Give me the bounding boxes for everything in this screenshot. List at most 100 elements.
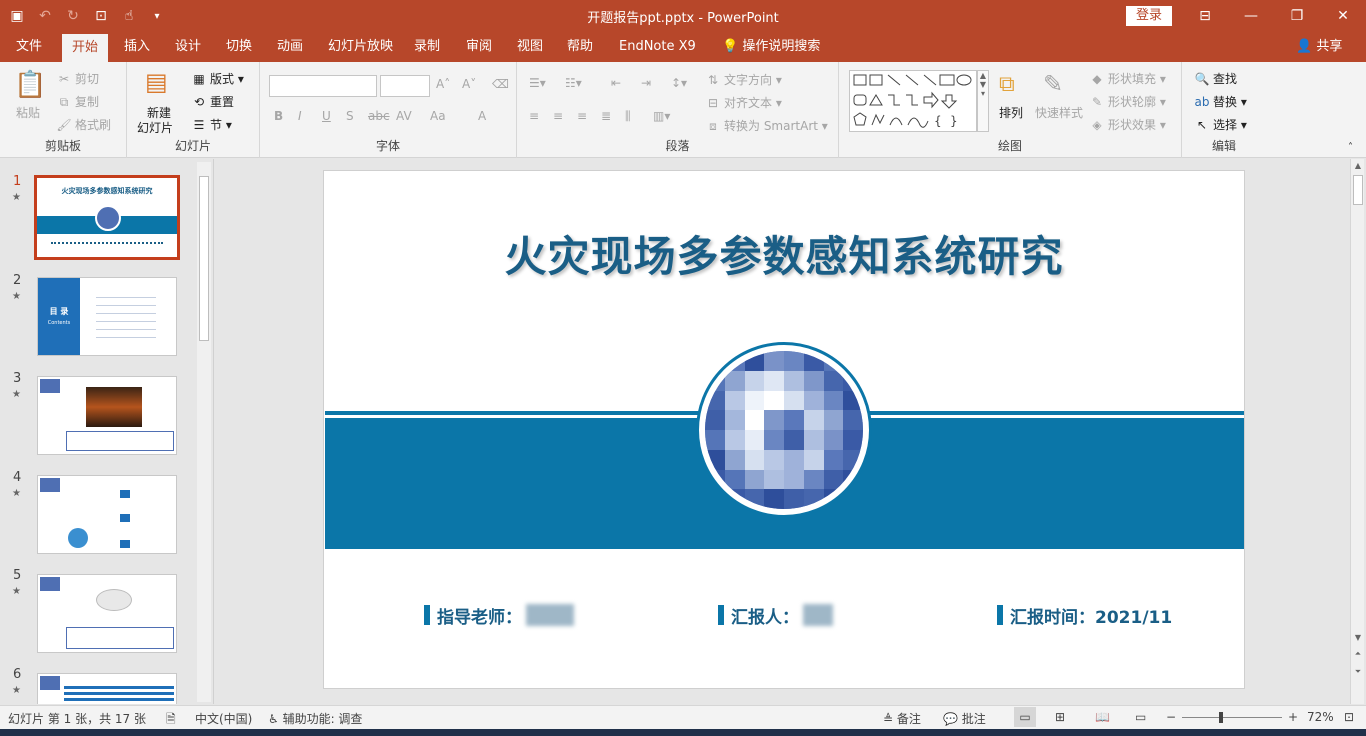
- canvas-scrollbar[interactable]: ▲ ▼ ⏶ ⏷: [1350, 159, 1364, 704]
- decrease-font-icon[interactable]: A˅: [462, 77, 476, 91]
- thumb-slide-2[interactable]: 目 录 Contents: [37, 277, 177, 356]
- shadow-icon[interactable]: S: [346, 109, 354, 123]
- format-painter-button[interactable]: 🖌 格式刷: [56, 116, 111, 133]
- customize-icon[interactable]: ▾: [148, 11, 166, 22]
- numbering-icon[interactable]: ☷▾: [565, 76, 582, 90]
- login-button[interactable]: 登录: [1126, 6, 1172, 26]
- thumb-slide-6[interactable]: [37, 673, 177, 704]
- comments-button[interactable]: 💬 批注: [943, 710, 986, 727]
- strikethrough-icon[interactable]: abc: [368, 109, 390, 123]
- select-button[interactable]: ↖ 选择 ▾: [1194, 116, 1247, 133]
- smartart-button[interactable]: ⧈ 转换为 SmartArt ▾: [705, 117, 828, 134]
- align-center-icon[interactable]: ≡: [553, 109, 563, 123]
- thumb-slide-1[interactable]: 火灾现场多参数感知系统研究: [34, 175, 180, 260]
- tell-me-search[interactable]: 💡 操作说明搜索: [712, 32, 830, 62]
- spellcheck-icon[interactable]: 🗎: [166, 710, 176, 731]
- shape-effects-button[interactable]: ◈ 形状效果 ▾: [1089, 116, 1165, 133]
- save-icon[interactable]: ▣: [8, 8, 26, 24]
- tab-view[interactable]: 视图: [507, 32, 553, 62]
- scroll-up-icon[interactable]: ▲: [1351, 161, 1365, 170]
- align-text-button[interactable]: ⊟ 对齐文本 ▾: [705, 94, 782, 111]
- thumb-slide-5[interactable]: [37, 574, 177, 653]
- bold-icon[interactable]: B: [274, 109, 283, 123]
- shape-fill-button[interactable]: ◆ 形状填充 ▾: [1089, 70, 1165, 87]
- shapes-gallery[interactable]: { }: [849, 70, 977, 132]
- text-direction-button[interactable]: ⇅ 文字方向 ▾: [705, 71, 782, 88]
- paste-icon[interactable]: 📋: [14, 70, 46, 100]
- bullets-icon[interactable]: ☰▾: [529, 76, 546, 90]
- share-button[interactable]: 👤 共享: [1296, 32, 1342, 62]
- ribbon-display-icon[interactable]: ⊟: [1182, 0, 1228, 32]
- distribute-icon[interactable]: ⫼: [625, 109, 631, 124]
- section-button[interactable]: ☰ 节 ▾: [191, 116, 232, 133]
- font-name-combo[interactable]: [269, 75, 377, 97]
- thumb-slide-4[interactable]: [37, 475, 177, 554]
- tab-transitions[interactable]: 切换: [216, 32, 262, 62]
- paste-button[interactable]: 粘贴: [16, 104, 40, 121]
- minimize-icon[interactable]: —: [1228, 0, 1274, 32]
- thumbnails-scrollbar[interactable]: [197, 162, 211, 702]
- reading-view-icon[interactable]: 📖: [1095, 710, 1110, 724]
- notes-button[interactable]: ≜ 备注: [883, 710, 921, 727]
- reset-button[interactable]: ⟲ 重置: [191, 93, 234, 110]
- layout-button[interactable]: ▦ 版式 ▾: [191, 70, 244, 87]
- thumbnails-scroll-thumb[interactable]: [199, 176, 209, 341]
- accessibility-status[interactable]: ♿ 辅助功能: 调查: [268, 710, 362, 727]
- arrange-button[interactable]: 排列: [999, 104, 1023, 121]
- new-slide-icon[interactable]: ▤: [145, 68, 168, 96]
- prev-slide-icon[interactable]: ⏶: [1351, 649, 1365, 659]
- quick-styles-icon[interactable]: ✎: [1043, 70, 1063, 98]
- tab-help[interactable]: 帮助: [557, 32, 603, 62]
- normal-view-icon[interactable]: ▭: [1014, 707, 1036, 727]
- next-slide-icon[interactable]: ⏷: [1351, 667, 1365, 677]
- present-icon[interactable]: ⊡: [92, 8, 110, 24]
- arrange-icon[interactable]: ⧉: [999, 72, 1015, 97]
- justify-icon[interactable]: ≣: [601, 109, 611, 123]
- tab-review[interactable]: 审阅: [456, 32, 502, 62]
- shape-outline-button[interactable]: ✎ 形状轮廓 ▾: [1089, 93, 1166, 110]
- fit-slide-icon[interactable]: ⊡: [1344, 710, 1354, 724]
- tab-design[interactable]: 设计: [165, 32, 211, 62]
- copy-button[interactable]: ⧉ 复制: [56, 93, 99, 110]
- tab-insert[interactable]: 插入: [114, 32, 160, 62]
- zoom-out-icon[interactable]: −: [1166, 710, 1176, 724]
- quick-styles-button[interactable]: 快速样式: [1035, 104, 1083, 121]
- zoom-slider-thumb[interactable]: [1219, 712, 1223, 723]
- scroll-down-icon[interactable]: ▼: [1351, 633, 1365, 642]
- touch-icon[interactable]: ☝: [120, 8, 138, 24]
- slideshow-icon[interactable]: ▭: [1135, 710, 1146, 724]
- tab-file[interactable]: 文件: [6, 32, 52, 62]
- shapes-scroll[interactable]: ▲ ▼ ▾: [977, 70, 989, 132]
- columns-icon[interactable]: ▥▾: [653, 109, 670, 123]
- language-status[interactable]: 中文(中国): [195, 710, 252, 727]
- collapse-ribbon-icon[interactable]: ˄: [1348, 142, 1353, 153]
- line-spacing-icon[interactable]: ↕▾: [671, 76, 687, 90]
- align-left-icon[interactable]: ≡: [529, 109, 539, 123]
- tab-record[interactable]: 录制: [404, 32, 450, 62]
- thumb-slide-3[interactable]: [37, 376, 177, 455]
- change-case-icon[interactable]: Aa: [430, 109, 446, 123]
- zoom-slider-track[interactable]: [1182, 712, 1282, 723]
- font-size-combo[interactable]: [380, 75, 430, 97]
- zoom-level[interactable]: 72%: [1307, 710, 1334, 724]
- clear-format-icon[interactable]: ⌫: [492, 77, 509, 91]
- decrease-indent-icon[interactable]: ⇤: [611, 76, 621, 90]
- tab-home[interactable]: 开始: [62, 34, 109, 62]
- close-icon[interactable]: ✕: [1320, 0, 1366, 32]
- canvas-scroll-thumb[interactable]: [1353, 175, 1363, 205]
- cut-button[interactable]: ✂ 剪切: [56, 70, 99, 87]
- increase-indent-icon[interactable]: ⇥: [641, 76, 651, 90]
- increase-font-icon[interactable]: A˄: [436, 77, 450, 91]
- font-color-icon[interactable]: A: [478, 109, 486, 123]
- restore-icon[interactable]: ❐: [1274, 0, 1320, 32]
- find-button[interactable]: 🔍 查找: [1194, 70, 1238, 87]
- new-slide-dropdown[interactable]: 幻灯片: [137, 119, 173, 136]
- char-spacing-icon[interactable]: AV: [396, 109, 412, 123]
- underline-icon[interactable]: U: [322, 109, 331, 123]
- slide-title[interactable]: 火灾现场多参数感知系统研究: [324, 223, 1244, 284]
- italic-icon[interactable]: I: [298, 109, 302, 123]
- reporter-info[interactable]: 汇报人：: [718, 604, 833, 628]
- replace-button[interactable]: ab 替换 ▾: [1194, 93, 1247, 110]
- university-emblem[interactable]: [696, 342, 872, 518]
- time-info[interactable]: 汇报时间：2021/11: [997, 604, 1172, 628]
